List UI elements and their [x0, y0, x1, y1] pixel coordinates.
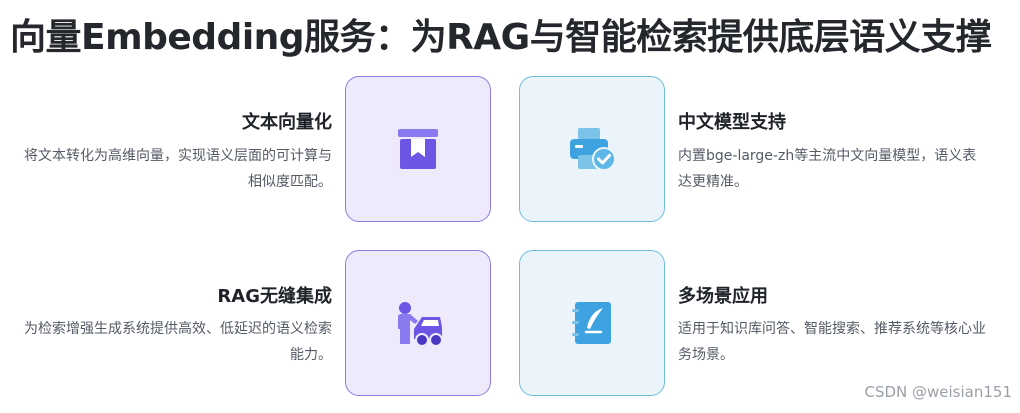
feature-desc-text-vectorization: 将文本转化为高维向量，实现语义层面的可计算与相似度匹配。: [24, 148, 332, 190]
feature-card-multi-scenario: [519, 250, 665, 396]
feature-title-rag-integration: RAG无缝集成: [217, 286, 332, 307]
feature-desc-chinese-model: 内置bge-large-zh等主流中文向量模型，语义表达更精准。: [678, 148, 977, 190]
feature-desc-rag-integration: 为检索增强生成系统提供高效、低延迟的语义检索能力。: [24, 321, 332, 363]
mechanic-car-icon: [398, 302, 443, 347]
feature-title-multi-scenario: 多场景应用: [678, 286, 768, 307]
page-title: 向量Embedding服务：为RAG与智能检索提供底层语义支撑: [10, 17, 992, 58]
feature-desc-multi-scenario: 适用于知识库问答、智能搜索、推荐系统等核心业务场景。: [678, 321, 986, 363]
feature-title-chinese-model: 中文模型支持: [678, 112, 786, 133]
feature-card-rag-integration: [345, 250, 491, 396]
feature-title-text-vectorization: 文本向量化: [242, 112, 332, 133]
feature-card-chinese-model: [519, 76, 665, 222]
printer-check-icon: [570, 128, 616, 171]
feature-card-text-vectorization: [345, 76, 491, 222]
box-icon: [398, 129, 438, 169]
notebook-quill-icon: [572, 302, 611, 344]
watermark: CSDN @weisian151: [864, 383, 1012, 401]
